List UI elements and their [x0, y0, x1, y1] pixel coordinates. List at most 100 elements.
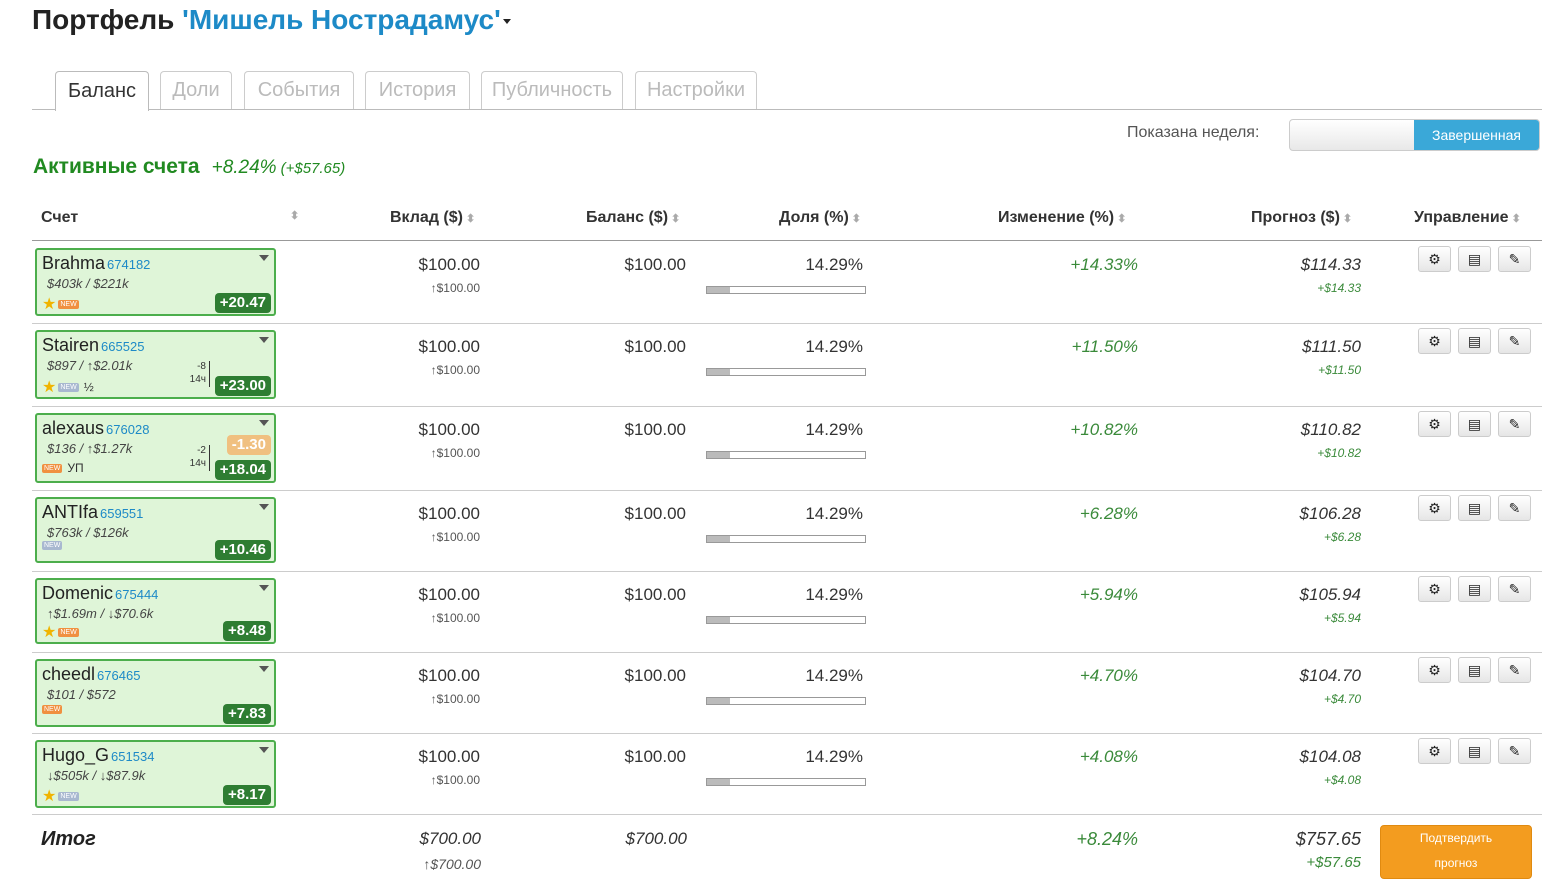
account-card[interactable]: Domenic 675444 ↑$1.69m / ↓$70.6k ★ NEW +8.48: [35, 578, 276, 644]
account-name-text[interactable]: Brahma: [42, 253, 105, 273]
account-id[interactable]: 675444: [115, 587, 158, 602]
sort-icon: ⬍: [671, 213, 681, 225]
account-name[interactable]: cheedl 676465: [42, 664, 140, 685]
sort-icon: ⬍: [851, 213, 862, 225]
details-button[interactable]: ▤: [1458, 328, 1491, 354]
account-card[interactable]: Hugo_G 651534 ↓$505k / ↓$87.9k ★ NEW +8.17: [35, 740, 276, 808]
deposit-sub: ↑$100.00: [430, 611, 480, 625]
confirm-forecast-button[interactable]: Подтвердить прогноз: [1380, 825, 1532, 879]
column-header-change[interactable]: Изменение (%) ⬍: [998, 209, 1126, 227]
account-name-text[interactable]: cheedl: [42, 664, 95, 684]
column-header-manage[interactable]: Управление ⬍: [1414, 209, 1521, 227]
deposit-sub: ↑$100.00: [430, 281, 480, 295]
week-option-completed[interactable]: Завершенная: [1414, 120, 1539, 150]
account-dropdown-icon[interactable]: [259, 420, 269, 426]
settings-button[interactable]: ⚙: [1418, 738, 1451, 764]
details-button[interactable]: ▤: [1458, 246, 1491, 272]
tab-history[interactable]: История: [365, 71, 470, 109]
share-progress-bar: [706, 616, 866, 624]
account-card[interactable]: alexaus 676028 $136 / ↑$1.27k NEW УП -2 14ч -1.…: [35, 413, 276, 483]
account-card[interactable]: Stairen 665525 $897 / ↑$2.01k ★ NEW ½ -8 14ч +23…: [35, 330, 276, 399]
column-header-forecast[interactable]: Прогноз ($) ⬍: [1251, 209, 1352, 227]
account-name-text[interactable]: Domenic: [42, 583, 113, 603]
tab-events[interactable]: События: [244, 71, 354, 109]
edit-button[interactable]: ✎: [1498, 738, 1531, 764]
tab-shares[interactable]: Доли: [160, 71, 232, 109]
account-name-text[interactable]: Stairen: [42, 335, 99, 355]
account-name[interactable]: Brahma 674182: [42, 253, 150, 274]
tab-balance[interactable]: Баланс: [55, 71, 149, 111]
account-dropdown-icon[interactable]: [259, 255, 269, 261]
edit-button[interactable]: ✎: [1498, 657, 1531, 683]
settings-button[interactable]: ⚙: [1418, 246, 1451, 272]
account-dropdown-icon[interactable]: [259, 666, 269, 672]
share-progress-bar: [706, 778, 866, 786]
new-badge-icon: NEW: [42, 705, 63, 714]
account-stats: ↓$505k / ↓$87.9k: [47, 768, 146, 783]
column-header-account[interactable]: Счет: [41, 209, 78, 227]
tab-settings[interactable]: Настройки: [635, 71, 757, 109]
forecast-value: $104.08: [1299, 747, 1361, 766]
column-header-share[interactable]: Доля (%) ⬍: [779, 209, 861, 227]
account-name-text[interactable]: ANTIfa: [42, 502, 98, 522]
settings-button[interactable]: ⚙: [1418, 657, 1451, 683]
balance-value: $100.00: [624, 585, 686, 604]
account-dropdown-icon[interactable]: [259, 585, 269, 591]
deposit-value: $100.00: [418, 337, 480, 356]
account-name[interactable]: ANTIfa 659551: [42, 502, 143, 523]
balance-value: $100.00: [624, 420, 686, 439]
star-icon: ★: [42, 624, 57, 641]
account-name[interactable]: Domenic 675444: [42, 583, 158, 604]
share-value: 14.29%: [805, 585, 863, 604]
account-dropdown-icon[interactable]: [259, 504, 269, 510]
edit-button[interactable]: ✎: [1498, 328, 1531, 354]
settings-button[interactable]: ⚙: [1418, 576, 1451, 602]
account-dropdown-icon[interactable]: [259, 337, 269, 343]
sort-icon: ⬍: [1342, 213, 1353, 225]
column-header-deposit[interactable]: Вклад ($) ⬍: [390, 209, 475, 227]
account-id[interactable]: 676465: [97, 668, 140, 683]
settings-button[interactable]: ⚙: [1418, 495, 1451, 521]
column-header-balance[interactable]: Баланс ($) ⬍: [586, 209, 680, 227]
edit-button[interactable]: ✎: [1498, 495, 1531, 521]
details-button[interactable]: ▤: [1458, 738, 1491, 764]
settings-button[interactable]: ⚙: [1418, 328, 1451, 354]
account-delta-value: -2: [197, 445, 206, 456]
settings-button[interactable]: ⚙: [1418, 411, 1451, 437]
portfolio-name[interactable]: 'Мишель Нострадамус': [182, 4, 501, 35]
edit-button[interactable]: ✎: [1498, 246, 1531, 272]
account-id[interactable]: 651534: [111, 749, 154, 764]
portfolio-dropdown-icon[interactable]: [502, 19, 511, 25]
details-button[interactable]: ▤: [1458, 495, 1491, 521]
details-button[interactable]: ▤: [1458, 657, 1491, 683]
account-dropdown-icon[interactable]: [259, 747, 269, 753]
share-value: 14.29%: [805, 666, 863, 685]
account-card[interactable]: Brahma 674182 $403k / $221k ★ NEW +20.47: [35, 248, 276, 316]
account-extra: УП: [67, 461, 84, 475]
account-card[interactable]: cheedl 676465 $101 / $572 NEW +7.83: [35, 659, 276, 727]
account-id[interactable]: 674182: [107, 257, 150, 272]
totals-forecast-sub: +$57.65: [1306, 854, 1361, 871]
row-divider: [32, 571, 1542, 572]
tab-publicity[interactable]: Публичность: [481, 71, 623, 109]
edit-button[interactable]: ✎: [1498, 411, 1531, 437]
account-name[interactable]: Stairen 665525: [42, 335, 144, 356]
account-name-text[interactable]: Hugo_G: [42, 745, 109, 765]
account-id[interactable]: 665525: [101, 339, 144, 354]
forecast-sub: +$5.94: [1323, 611, 1361, 625]
account-icons: ★ NEW ½: [42, 377, 94, 397]
week-toggle[interactable]: Завершенная: [1289, 119, 1540, 151]
account-name-text[interactable]: alexaus: [42, 418, 104, 438]
details-button[interactable]: ▤: [1458, 411, 1491, 437]
confirm-line2: прогноз: [1434, 856, 1478, 870]
account-id[interactable]: 676028: [106, 422, 149, 437]
account-id[interactable]: 659551: [100, 506, 143, 521]
account-card[interactable]: ANTIfa 659551 $763k / $126k NEW +10.46: [35, 497, 276, 563]
sort-account-icon[interactable]: ⬍: [290, 209, 299, 222]
totals-change: +8.24%: [1076, 829, 1138, 849]
account-name[interactable]: Hugo_G 651534: [42, 745, 154, 766]
account-name[interactable]: alexaus 676028: [42, 418, 149, 439]
edit-button[interactable]: ✎: [1498, 576, 1531, 602]
balance-value: $100.00: [624, 666, 686, 685]
details-button[interactable]: ▤: [1458, 576, 1491, 602]
